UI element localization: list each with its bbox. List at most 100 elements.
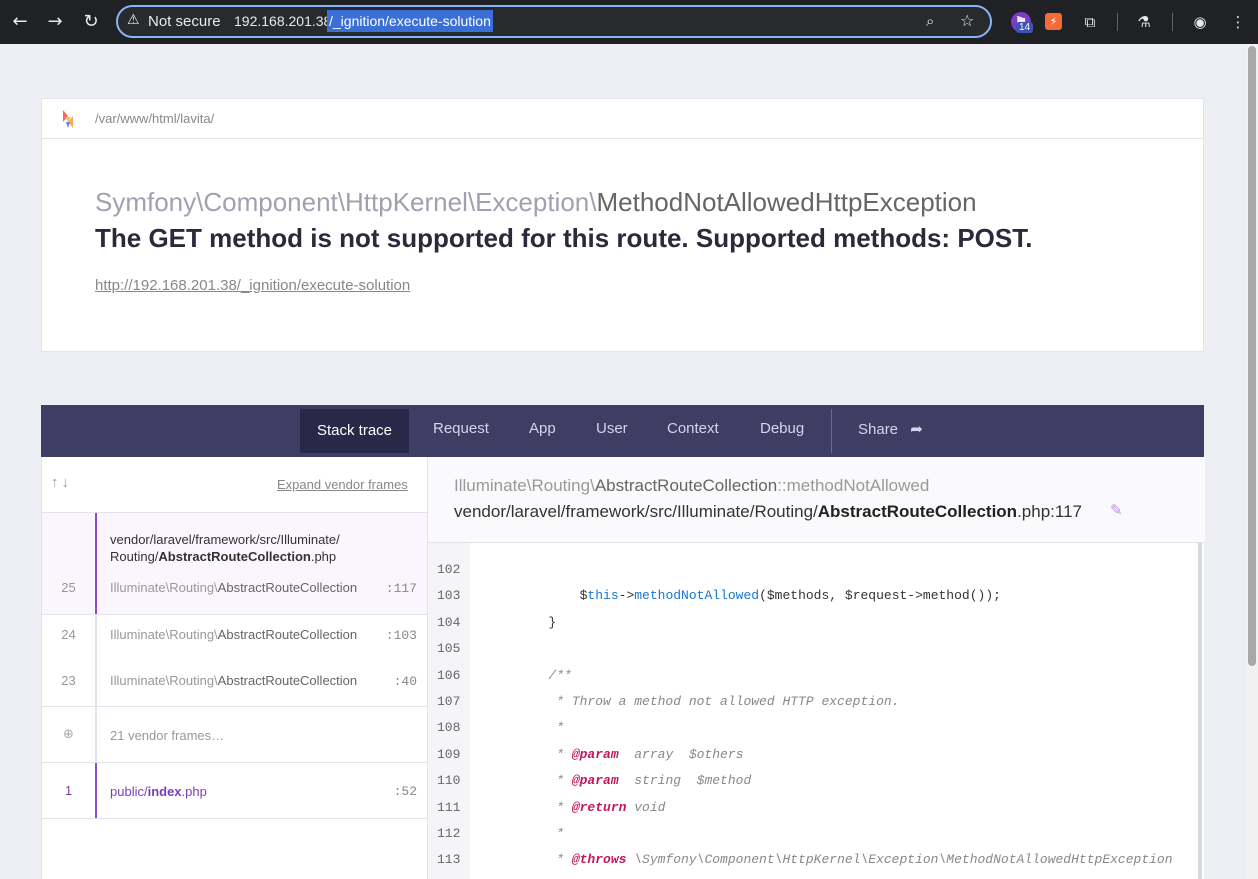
code-line: 108 *	[428, 715, 1205, 741]
frame-class-name: AbstractRouteCollection	[217, 627, 358, 642]
line-number: 113	[437, 852, 461, 868]
frame-line: :117	[385, 581, 417, 596]
frame-indicator	[95, 513, 97, 614]
error-card-header: /var/www/html/lavita/	[42, 99, 1203, 139]
code-line: 105	[428, 636, 1205, 662]
code-scrollbar[interactable]	[1198, 543, 1202, 879]
line-number: 112	[437, 825, 461, 841]
code-line: 109 * @param array $others	[428, 742, 1205, 768]
line-text: * @throws \Symfony\Component\HttpKernel\…	[486, 852, 1173, 868]
url-host[interactable]: 192.168.201.38	[234, 13, 331, 29]
frame-file-name: index	[147, 784, 182, 799]
tab-bar: Stack trace Request App User Context Deb…	[41, 405, 1204, 457]
menu-kebab-icon[interactable]: ⋮	[1228, 12, 1248, 32]
exception-class: MethodNotAllowedHttpException	[596, 187, 977, 217]
frame-class: Illuminate\Routing\AbstractRouteCollecti…	[110, 627, 357, 642]
frame-line: :40	[393, 674, 417, 689]
frame-file-dir: public/	[110, 784, 148, 799]
back-icon[interactable]: ←	[8, 10, 32, 34]
tab-divider	[831, 409, 832, 453]
code-lines: 102 103 $this->methodNotAllowed($methods,…	[428, 557, 1205, 874]
browser-toolbar: ← → ↻ ⚠ Not secure 192.168.201.38 /_igni…	[0, 0, 1258, 44]
extensions-puzzle-icon[interactable]: ⧉	[1080, 12, 1100, 32]
page-scrollbar[interactable]	[1246, 44, 1258, 879]
frame-file-name: AbstractRouteCollection	[158, 549, 311, 564]
zoom-icon[interactable]: ⌕	[926, 12, 934, 30]
tab-request[interactable]: Request	[433, 405, 489, 457]
profile-icon[interactable]: ◉	[1190, 12, 1210, 32]
plus-circle-icon: ⊕	[63, 727, 74, 742]
line-text: /**	[486, 667, 572, 683]
tab-debug[interactable]: Debug	[760, 405, 804, 457]
security-label[interactable]: Not secure	[148, 13, 221, 30]
code-function: Illuminate\Routing\AbstractRouteCollecti…	[454, 476, 929, 496]
line-text: }	[486, 614, 557, 630]
code-class: AbstractRouteCollection	[594, 476, 778, 495]
error-card: /var/www/html/lavita/ Symfony\Component\…	[41, 98, 1204, 352]
stack-frame-app[interactable]: 1 public/index.php :52	[42, 763, 427, 819]
stack-frame-active[interactable]: vendor/laravel/framework/src/Illuminate/…	[42, 513, 427, 615]
code-line: 103 $this->methodNotAllowed($methods, $r…	[428, 583, 1205, 609]
frame-indicator	[95, 707, 97, 762]
frame-number: 25	[61, 580, 76, 595]
code-line: 113 * @throws \Symfony\Component\HttpKer…	[428, 847, 1205, 873]
tab-app[interactable]: App	[529, 405, 556, 457]
line-text: * Throw a method not allowed HTTP except…	[486, 693, 900, 709]
line-number: 106	[437, 667, 461, 683]
frame-number: 23	[61, 673, 76, 688]
exception-message: The GET method is not supported for this…	[95, 223, 1033, 253]
request-url-link[interactable]: http://192.168.201.38/_ignition/execute-…	[95, 277, 410, 294]
exception-namespace: Symfony\Component\HttpKernel\Exception\	[95, 187, 597, 217]
frame-line: :52	[393, 784, 417, 799]
tab-stack-trace[interactable]: Stack trace	[300, 409, 410, 453]
code-path-prefix: vendor/laravel/framework/src/Illuminate/…	[454, 502, 818, 521]
exception-title: Symfony\Component\HttpKernel\Exception\M…	[95, 187, 977, 218]
vendor-frames-toggle[interactable]: ⊕ 21 vendor frames…	[42, 707, 427, 763]
line-text: * @param array $others	[486, 746, 744, 762]
vendor-frames-label: 21 vendor frames…	[110, 728, 225, 743]
bookmark-star-icon[interactable]: ☆	[960, 11, 974, 30]
frame-class-name: AbstractRouteCollection	[217, 673, 358, 688]
labs-flask-icon[interactable]: ⚗	[1134, 12, 1154, 32]
code-line: 102	[428, 557, 1205, 583]
line-number: 111	[437, 799, 461, 815]
code-line: 112 *	[428, 821, 1205, 847]
code-path-suffix: .php:117	[1017, 502, 1082, 521]
edit-pencil-icon[interactable]: ✎	[1110, 501, 1123, 519]
scrollbar-thumb[interactable]	[1248, 46, 1256, 666]
stack-frame[interactable]: 24 Illuminate\Routing\AbstractRouteColle…	[42, 615, 427, 707]
code-file-path: vendor/laravel/framework/src/Illuminate/…	[454, 502, 1082, 522]
tab-share[interactable]: Share ➦	[858, 405, 923, 457]
line-number: 102	[437, 562, 461, 577]
line-number: 107	[437, 693, 461, 709]
frame-namespace: Illuminate\Routing\	[110, 673, 218, 688]
tab-user[interactable]: User	[596, 405, 628, 457]
reload-icon[interactable]: ↻	[79, 10, 103, 34]
frame-line: :103	[385, 628, 417, 643]
url-path-selected[interactable]: /_ignition/execute-solution	[327, 10, 493, 32]
code-line: 106 /**	[428, 663, 1205, 689]
code-header: Illuminate\Routing\AbstractRouteCollecti…	[428, 457, 1205, 543]
expand-vendor-frames-link[interactable]: Expand vendor frames	[277, 477, 408, 492]
frame-nav-arrows-icon[interactable]: ↑↓	[51, 474, 72, 491]
tab-context[interactable]: Context	[667, 405, 719, 457]
warning-icon: ⚠	[127, 12, 140, 28]
frame-namespace: Illuminate\Routing\	[110, 580, 218, 595]
code-line: 110 * @param string $method	[428, 768, 1205, 794]
line-text: * @param string $method	[486, 773, 752, 789]
frame-number: 24	[61, 627, 76, 642]
frame-class-name: AbstractRouteCollection	[217, 580, 358, 595]
code-line: 111 * @return void	[428, 795, 1205, 821]
line-text: *	[486, 825, 565, 841]
line-number: 108	[437, 720, 461, 736]
extension-bolt-icon[interactable]: ⚡	[1045, 13, 1062, 30]
line-text: $this->methodNotAllowed($methods, $reque…	[486, 588, 1001, 604]
ignition-logo-icon	[63, 110, 73, 128]
forward-icon[interactable]: →	[43, 10, 67, 34]
address-bar[interactable]: ⚠ Not secure 192.168.201.38 /_ignition/e…	[116, 5, 992, 38]
share-icon: ➦	[910, 420, 923, 438]
frame-file-ext: .php	[181, 784, 207, 799]
frame-file-path: public/index.php	[110, 783, 207, 800]
toolbar-divider	[1172, 13, 1173, 31]
code-path-file: AbstractRouteCollection	[817, 502, 1018, 521]
